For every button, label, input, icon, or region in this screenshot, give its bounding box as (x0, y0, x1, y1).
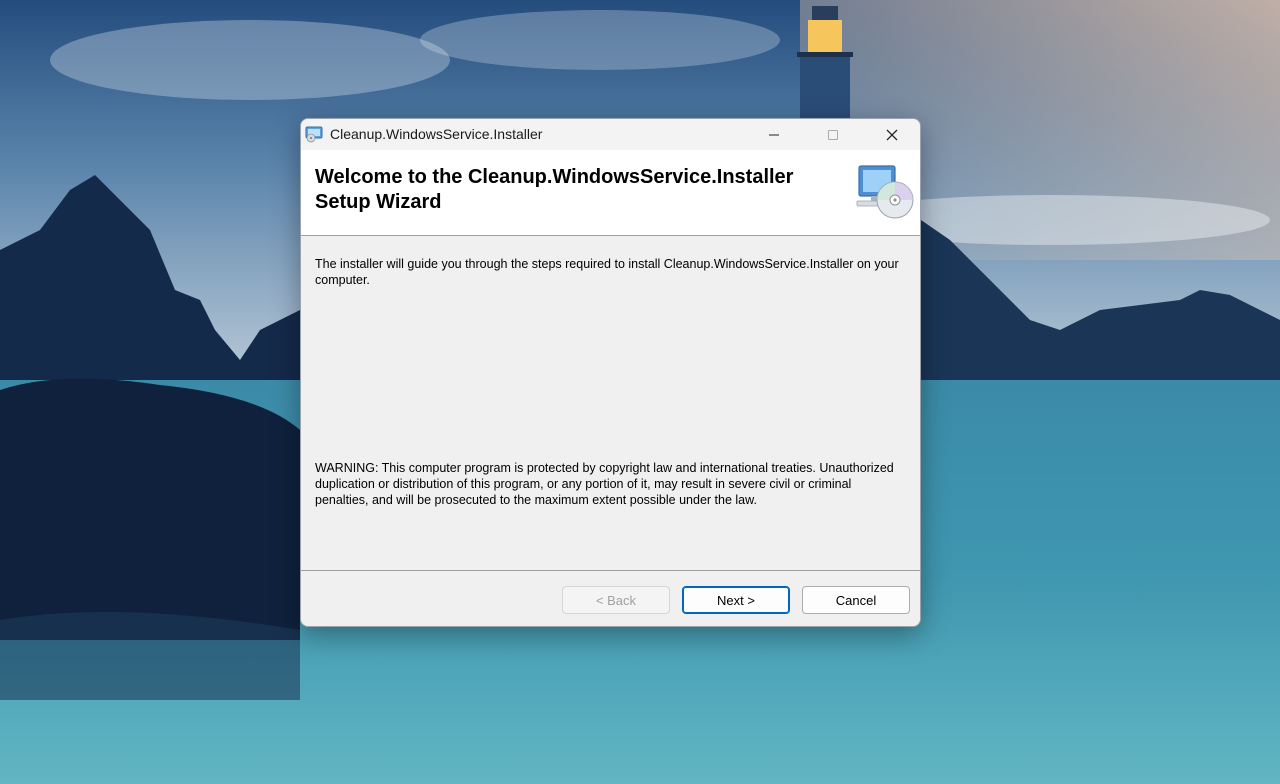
banner-title: Welcome to the Cleanup.WindowsService.In… (315, 165, 835, 215)
intro-text: The installer will guide you through the… (315, 257, 899, 287)
copyright-warning: WARNING: This computer program is protec… (315, 461, 894, 507)
minimize-icon (768, 134, 779, 135)
maximize-button[interactable] (803, 119, 862, 150)
next-button[interactable]: Next > (682, 586, 790, 614)
minimize-button[interactable] (744, 119, 803, 150)
maximize-icon (827, 129, 838, 140)
setup-wizard-window: Cleanup.WindowsService.Installer Welcome… (300, 118, 921, 627)
close-icon (886, 129, 897, 140)
window-title: Cleanup.WindowsService.Installer (330, 126, 543, 142)
installer-app-icon (305, 125, 323, 143)
footer-divider (301, 570, 920, 571)
wizard-banner: Welcome to the Cleanup.WindowsService.In… (301, 150, 920, 236)
banner-title-line1: Welcome to the Cleanup.WindowsService.In… (315, 166, 794, 188)
cancel-button[interactable]: Cancel (802, 586, 910, 614)
back-button[interactable]: < Back (562, 586, 670, 614)
computer-cd-icon (855, 164, 915, 220)
banner-title-line2: Setup Wizard (315, 191, 442, 213)
close-button[interactable] (862, 119, 920, 150)
title-bar[interactable]: Cleanup.WindowsService.Installer (301, 119, 920, 150)
